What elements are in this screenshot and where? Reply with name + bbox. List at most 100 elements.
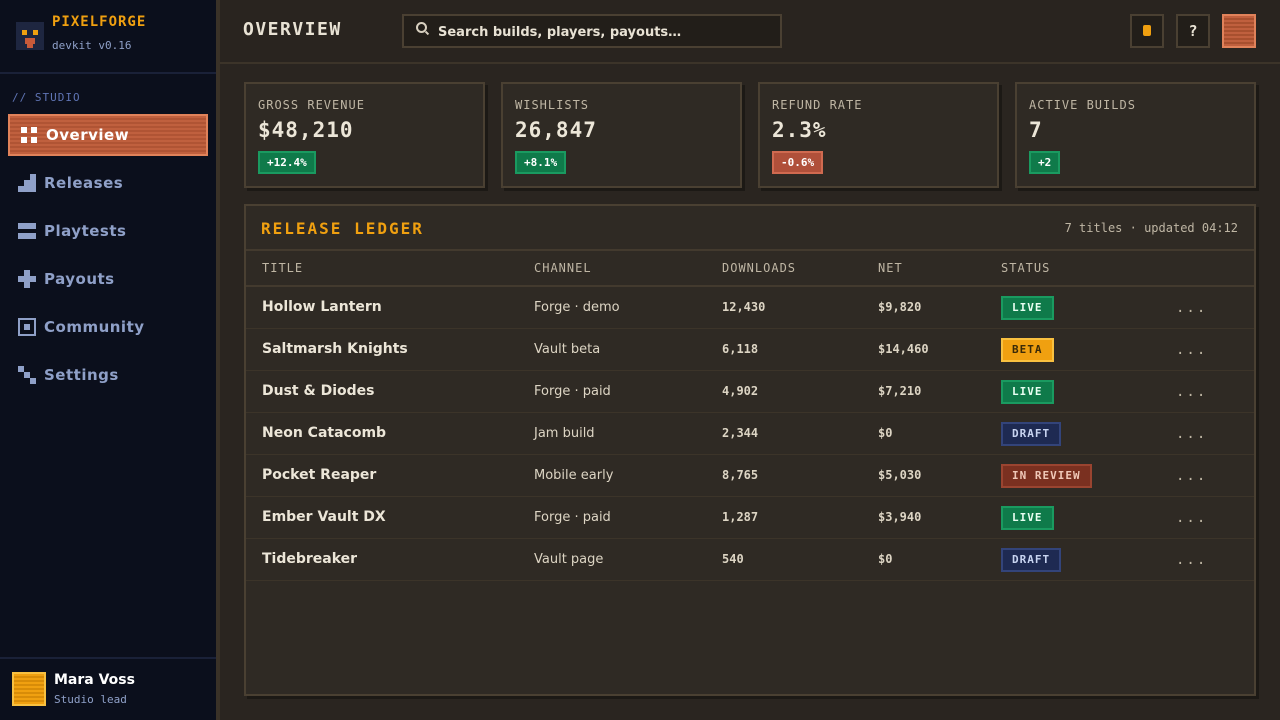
column-header-title[interactable]: TITLE — [262, 261, 303, 275]
row-downloads: 1,287 — [722, 510, 759, 524]
account-avatar-button[interactable] — [1222, 14, 1256, 48]
table-row[interactable]: Saltmarsh Knights Vault beta 6,118 $14,4… — [246, 329, 1254, 371]
ledger-divider — [246, 249, 1254, 251]
sidebar-section-label: // STUDIO — [12, 91, 81, 104]
pixelforge-logo-icon — [16, 22, 44, 50]
table-row[interactable]: Pocket Reaper Mobile early 8,765 $5,030 … — [246, 455, 1254, 497]
search-box[interactable] — [402, 14, 782, 48]
row-more-button[interactable]: ... — [1176, 300, 1207, 316]
stat-label: WISHLISTS — [515, 98, 590, 112]
column-header-channel[interactable]: CHANNEL — [534, 261, 592, 275]
diagonal-icon — [18, 366, 36, 384]
column-header-net[interactable]: NET — [878, 261, 903, 275]
row-downloads: 6,118 — [722, 342, 759, 356]
sidebar-item-playtests[interactable]: Playtests — [8, 210, 208, 252]
sidebar-nav: Overview Releases Playtests Payouts Comm… — [8, 114, 208, 402]
row-downloads: 2,344 — [722, 426, 759, 440]
coin-button[interactable] — [1130, 14, 1164, 48]
row-channel: Mobile early — [534, 468, 614, 483]
row-net: $9,820 — [878, 300, 922, 314]
stairs-icon — [18, 174, 36, 192]
row-channel: Jam build — [534, 426, 595, 441]
row-net: $3,940 — [878, 510, 922, 524]
sidebar-item-label: Payouts — [44, 270, 115, 288]
top-bar-divider — [220, 62, 1280, 64]
row-more-button[interactable]: ... — [1176, 384, 1207, 400]
row-channel: Vault beta — [534, 342, 601, 357]
user-name: Mara Voss — [54, 672, 135, 688]
help-button[interactable]: ? — [1176, 14, 1210, 48]
stat-delta-badge: +12.4% — [258, 151, 316, 174]
row-title: Saltmarsh Knights — [262, 341, 408, 357]
stat-delta-badge: +2 — [1029, 151, 1061, 174]
table-row[interactable]: Neon Catacomb Jam build 2,344 $0 DRAFT .… — [246, 413, 1254, 455]
release-ledger: RELEASE LEDGER 7 titles · updated 04:12 … — [244, 204, 1256, 696]
table-row[interactable]: Hollow Lantern Forge · demo 12,430 $9,82… — [246, 287, 1254, 329]
user-role: Studio lead — [54, 693, 127, 706]
status-badge: IN REVIEW — [1001, 464, 1092, 488]
page-title: OVERVIEW — [243, 19, 342, 40]
sidebar-item-overview[interactable]: Overview — [8, 114, 208, 156]
row-title: Ember Vault DX — [262, 509, 386, 525]
status-badge: LIVE — [1001, 506, 1054, 530]
sidebar-item-label: Playtests — [44, 222, 127, 240]
table-row[interactable]: Dust & Diodes Forge · paid 4,902 $7,210 … — [246, 371, 1254, 413]
sidebar: PIXELFORGE devkit v0.16 // STUDIO Overvi… — [0, 0, 216, 720]
stat-delta-badge: +8.1% — [515, 151, 567, 174]
stat-value: $48,210 — [258, 118, 354, 142]
row-net: $5,030 — [878, 468, 922, 482]
search-input[interactable] — [438, 20, 768, 44]
grid-icon — [20, 126, 38, 144]
row-more-button[interactable]: ... — [1176, 342, 1207, 358]
stat-label: REFUND RATE — [772, 98, 863, 112]
brand-name: PIXELFORGE — [52, 14, 147, 30]
plus-icon — [18, 270, 36, 288]
sidebar-item-releases[interactable]: Releases — [8, 162, 208, 204]
status-badge: DRAFT — [1001, 422, 1062, 446]
brand[interactable]: PIXELFORGE devkit v0.16 — [14, 12, 204, 64]
brand-version: devkit v0.16 — [52, 39, 132, 52]
row-channel: Forge · demo — [534, 300, 620, 315]
sidebar-item-label: Settings — [44, 366, 119, 384]
row-title: Hollow Lantern — [262, 299, 382, 315]
row-channel: Vault page — [534, 552, 604, 567]
row-net: $14,460 — [878, 342, 929, 356]
search-icon — [416, 22, 427, 33]
sidebar-item-settings[interactable]: Settings — [8, 354, 208, 396]
ledger-meta: 7 titles · updated 04:12 — [1064, 221, 1238, 235]
row-downloads: 8,765 — [722, 468, 759, 482]
sidebar-edge — [216, 0, 220, 720]
sidebar-item-community[interactable]: Community — [8, 306, 208, 348]
stat-card-gross-revenue: GROSS REVENUE $48,210 +12.4% — [244, 82, 485, 188]
coin-icon — [1143, 25, 1151, 36]
row-title: Neon Catacomb — [262, 425, 387, 441]
user-profile[interactable]: Mara Voss Studio lead — [12, 670, 212, 710]
status-badge: LIVE — [1001, 296, 1054, 320]
row-net: $7,210 — [878, 384, 922, 398]
stack-icon — [18, 222, 36, 240]
row-more-button[interactable]: ... — [1176, 552, 1207, 568]
row-title: Tidebreaker — [262, 551, 358, 567]
column-header-status[interactable]: STATUS — [1001, 261, 1050, 275]
stat-value: 26,847 — [515, 118, 597, 142]
status-badge: BETA — [1001, 338, 1054, 362]
row-more-button[interactable]: ... — [1176, 510, 1207, 526]
table-row[interactable]: Tidebreaker Vault page 540 $0 DRAFT ... — [246, 539, 1254, 581]
row-channel: Forge · paid — [534, 384, 611, 399]
sidebar-item-label: Community — [44, 318, 145, 336]
avatar — [12, 672, 46, 706]
sidebar-item-payouts[interactable]: Payouts — [8, 258, 208, 300]
row-net: $0 — [878, 552, 893, 566]
stat-value: 7 — [1029, 118, 1043, 142]
row-channel: Forge · paid — [534, 510, 611, 525]
stat-label: GROSS REVENUE — [258, 98, 365, 112]
stat-card-wishlists: WISHLISTS 26,847 +8.1% — [501, 82, 742, 188]
sidebar-footer-divider — [0, 657, 216, 659]
row-more-button[interactable]: ... — [1176, 426, 1207, 442]
help-icon: ? — [1188, 22, 1198, 40]
column-header-downloads[interactable]: DOWNLOADS — [722, 261, 796, 275]
stat-label: ACTIVE BUILDS — [1029, 98, 1136, 112]
table-row[interactable]: Ember Vault DX Forge · paid 1,287 $3,940… — [246, 497, 1254, 539]
row-more-button[interactable]: ... — [1176, 468, 1207, 484]
sidebar-divider — [0, 72, 216, 74]
